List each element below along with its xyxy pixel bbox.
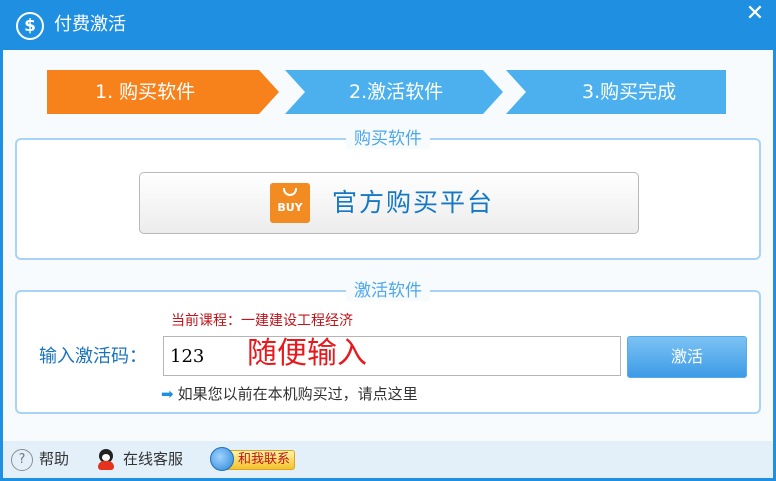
activation-code-input[interactable] — [163, 336, 621, 376]
buy-bag-icon: BUY — [270, 183, 310, 223]
qq-penguin-icon — [97, 448, 115, 471]
buy-icon-text: BUY — [277, 201, 303, 214]
contact-badge: 和我联系 — [210, 446, 296, 471]
step-3-complete: 3.购买完成 — [506, 70, 726, 114]
dollar-icon: $ — [16, 12, 44, 40]
title-bar: $ 付费激活 ✕ — [0, 0, 776, 50]
activation-section-title-text: 激活软件 — [346, 281, 430, 301]
step-2-label: 2.激活软件 — [349, 81, 444, 103]
payment-activation-window: $ 付费激活 ✕ 1. 购买软件 2.激活软件 3.购买完成 购买软件 BUY … — [0, 0, 776, 481]
activation-section: 激活软件 当前课程：一建建设工程经济 输入激活码： 随便输入 激活 ➡如果您以前… — [15, 281, 761, 414]
online-support-label: 在线客服 — [123, 450, 184, 468]
arrow-right-icon: ➡ — [161, 385, 174, 403]
chat-bubble-icon — [210, 446, 234, 471]
help-icon: ? — [11, 448, 33, 471]
activation-section-title: 激活软件 — [17, 279, 759, 303]
step-1-buy: 1. 购买软件 — [47, 70, 279, 114]
activation-code-label: 输入激活码： — [39, 346, 147, 367]
activate-button[interactable]: 激活 — [627, 336, 747, 378]
online-support-link[interactable]: 在线客服 — [97, 441, 183, 478]
current-course-text: 当前课程：一建建设工程经济 — [171, 313, 353, 329]
contact-label: 和我联系 — [238, 451, 291, 467]
help-label: 帮助 — [39, 450, 70, 468]
close-button[interactable]: ✕ — [742, 2, 768, 28]
contact-me-button[interactable]: 和我联系 — [210, 441, 296, 478]
step-progress: 1. 购买软件 2.激活软件 3.购买完成 — [3, 70, 773, 114]
official-purchase-button[interactable]: BUY 官方购买平台 — [139, 172, 639, 234]
purchase-section-title: 购买软件 — [17, 127, 759, 151]
previous-purchase-text: 如果您以前在本机购买过，请点这里 — [177, 385, 418, 403]
help-link[interactable]: ? 帮助 — [11, 441, 69, 478]
main-panel: 1. 购买软件 2.激活软件 3.购买完成 购买软件 BUY 官方购买平台 激活… — [3, 50, 773, 441]
purchase-section-title-text: 购买软件 — [346, 129, 430, 149]
official-purchase-label: 官方购买平台 — [332, 188, 495, 217]
window-title: 付费激活 — [54, 14, 126, 35]
previous-purchase-link[interactable]: ➡ 如果您以前在本机购买过，请点这里 — [161, 384, 418, 404]
step-3-label: 3.购买完成 — [582, 81, 677, 103]
footer-bar: ? 帮助 在线客服 和我联系 — [3, 441, 773, 478]
step-2-activate: 2.激活软件 — [285, 70, 503, 114]
purchase-section: 购买软件 BUY 官方购买平台 — [15, 129, 761, 260]
step-1-label: 1. 购买软件 — [95, 81, 196, 103]
